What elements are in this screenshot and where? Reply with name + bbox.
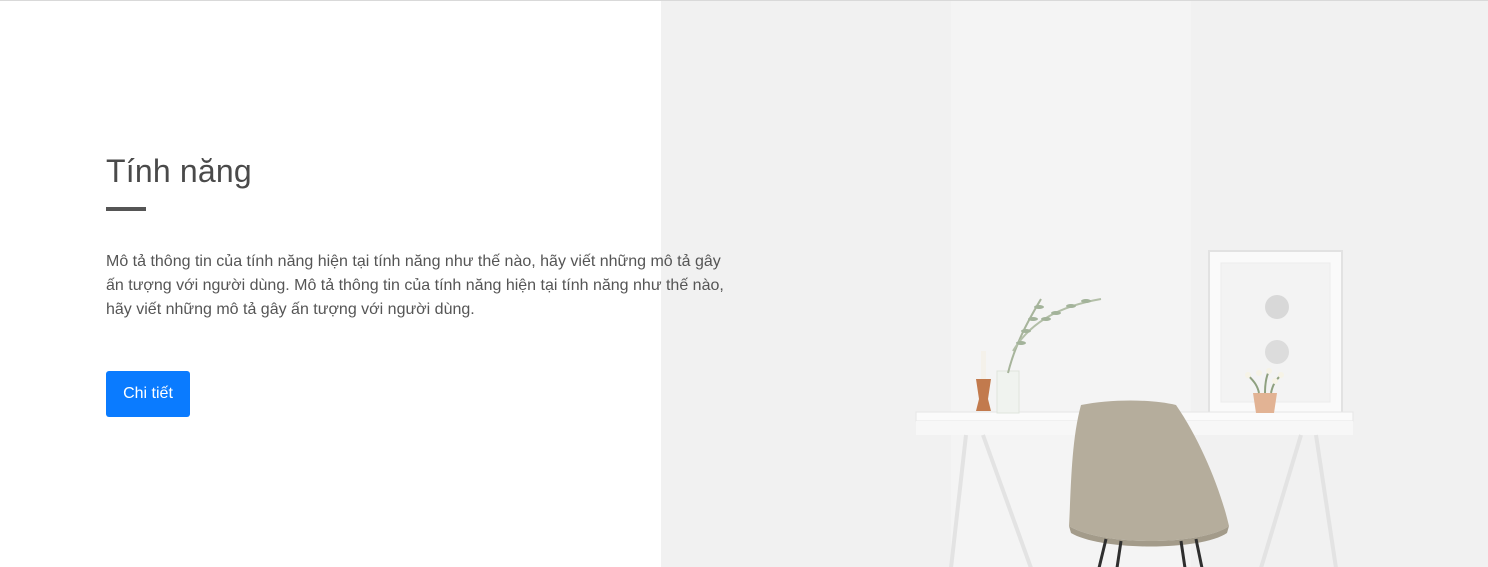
title-underline (106, 207, 146, 211)
feature-description: Mô tả thông tin của tính năng hiện tại t… (106, 253, 724, 318)
hero-photo (661, 1, 1488, 567)
picture-frame (1208, 250, 1343, 415)
feature-section: Tính năng Mô tả thông tin của tính năng … (0, 0, 1488, 567)
feature-title: Tính năng (106, 153, 252, 189)
detail-button[interactable]: Chi tiết (106, 371, 190, 417)
desk-scene-illustration (661, 1, 1488, 567)
